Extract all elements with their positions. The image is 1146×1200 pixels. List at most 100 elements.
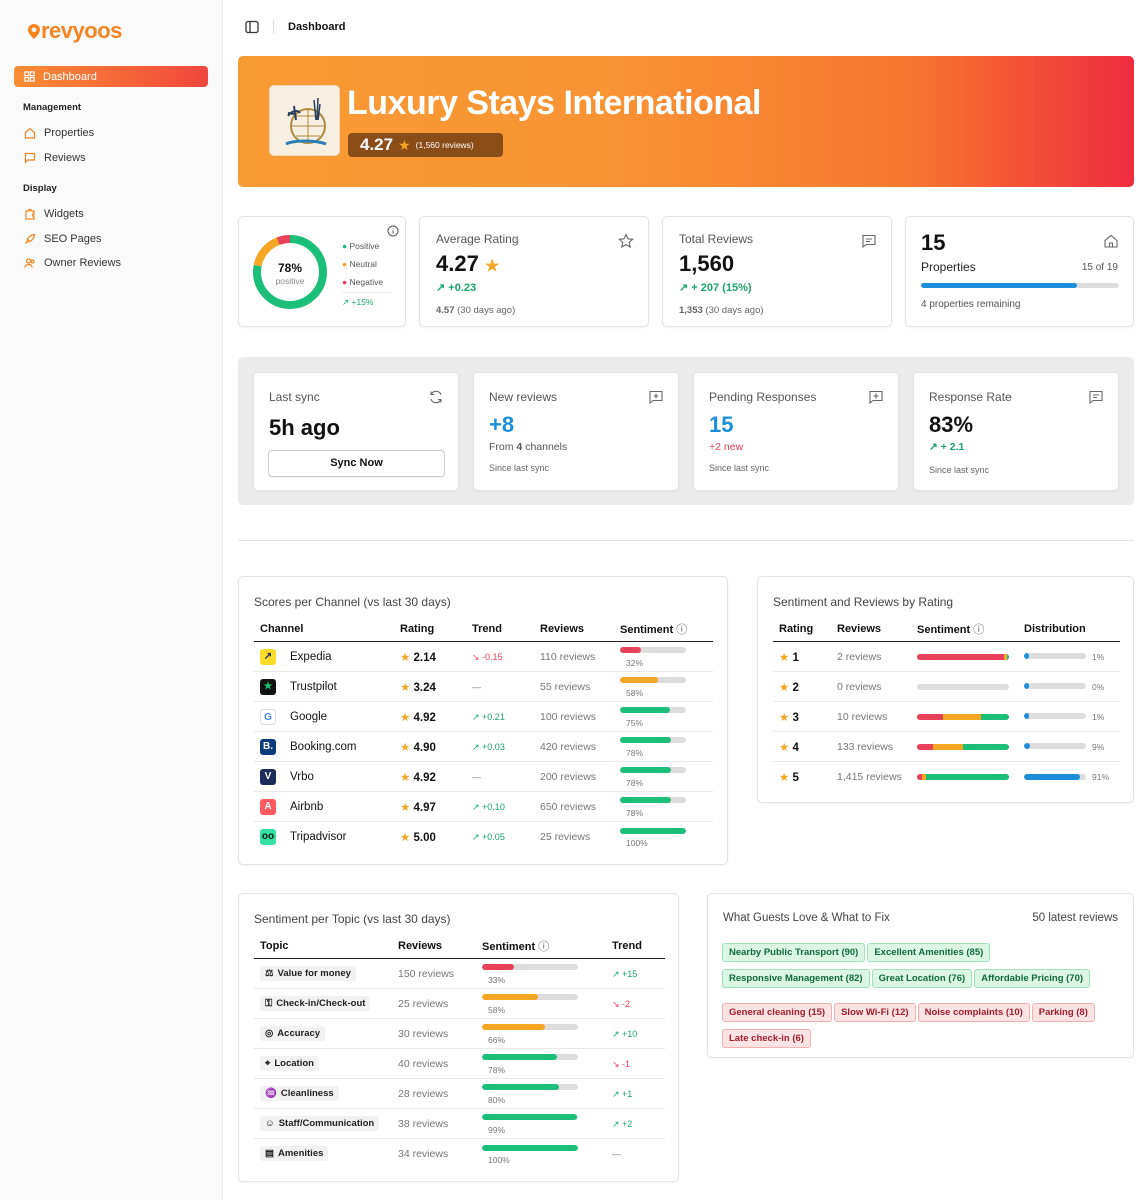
reviews-count: 38 reviews	[398, 1117, 449, 1130]
sentiment-bar	[620, 827, 686, 834]
trend-value: +0.03	[482, 741, 505, 752]
properties-progress	[921, 283, 1119, 288]
info-icon[interactable]	[387, 225, 399, 237]
trend: —	[612, 1148, 621, 1160]
sentiment-stacked-bar	[917, 653, 1009, 660]
total-reviews-value: 1,560	[679, 251, 735, 276]
refresh-icon[interactable]	[428, 389, 444, 405]
table-row[interactable]: ★ Trustpilot ★ 3.24 — 55 reviews 58%	[254, 671, 713, 702]
table-row[interactable]: G Google ★ 4.92 ↗ +0.21 100 reviews 75%	[254, 701, 713, 732]
sentiment-cell: 99%	[476, 1108, 606, 1139]
sentiment-percent: 78%	[626, 807, 644, 818]
love-chip[interactable]: Great Location (76)	[871, 969, 973, 988]
table-row[interactable]: ⚿ Check-in/Check-out 25 reviews 58% ↘ -2	[254, 988, 665, 1019]
reviews-cell: 28 reviews	[392, 1078, 476, 1109]
table-row[interactable]: ★ 5 1,415 reviews 91%	[773, 762, 1120, 792]
card-title: What Guests Love & What to Fix	[723, 912, 890, 924]
ratings-table: Rating Reviews Sentiment ⓘ Distribution …	[773, 621, 1120, 792]
distribution-cell: 91%	[1018, 762, 1120, 792]
table-row[interactable]: ★ 4 133 reviews 9%	[773, 731, 1120, 762]
table-row[interactable]: ★ 2 0 reviews 0%	[773, 671, 1120, 702]
info-icon[interactable]: ⓘ	[676, 624, 687, 636]
star-icon: ★	[400, 831, 414, 844]
channel-cell: ★ Trustpilot	[254, 671, 394, 702]
reviews-count: 110 reviews	[540, 650, 596, 663]
property-hero-banner: Luxury Stays International 4.27 ★ (1,560…	[238, 56, 1134, 187]
love-chip[interactable]: Responsive Management (82)	[722, 969, 870, 988]
app-logo[interactable]: revyoos	[28, 18, 122, 44]
sentiment-percent: 32%	[626, 657, 644, 668]
rating-cell: ★ 4	[773, 731, 831, 762]
love-chip[interactable]: Excellent Amenities (85)	[867, 943, 991, 962]
col-trend: Trend	[606, 938, 665, 959]
sidebar-item-owner-reviews[interactable]: Owner Reviews	[24, 257, 121, 269]
table-row[interactable]: ↗ Expedia ★ 2.14 ↘ -0.15 110 reviews 32%	[254, 641, 713, 672]
sentiment-percent: 78%	[626, 777, 644, 788]
distribution-percent: 91%	[1092, 771, 1110, 782]
table-row[interactable]: A Airbnb ★ 4.97 ↗ +0.10 650 reviews 78%	[254, 791, 713, 822]
message-plus-icon	[649, 390, 663, 405]
table-row[interactable]: ☺ Staff/Communication 38 reviews 99% ↗ +2	[254, 1108, 665, 1139]
since-label: Since last sync	[489, 463, 550, 473]
sentiment-cell: 66%	[476, 1018, 606, 1049]
table-row[interactable]: B. Booking.com ★ 4.90 ↗ +0.03 420 reviews 78%	[254, 731, 713, 762]
info-icon[interactable]: ⓘ	[538, 941, 549, 953]
topic-tag: ☺ Staff/Communication	[260, 1116, 380, 1131]
reviews-count: 25 reviews	[540, 830, 591, 843]
properties-count: 15	[921, 230, 946, 255]
card-label: Average Rating	[436, 232, 519, 246]
col-rating: Rating	[773, 621, 831, 642]
rocket-icon	[25, 233, 36, 244]
fix-chip[interactable]: Noise complaints (10)	[917, 1003, 1030, 1022]
table-row[interactable]: ⚖ Value for money 150 reviews 33% ↗ +15	[254, 958, 665, 989]
sync-panel: Last sync 5h ago Sync Now New reviews +8…	[238, 357, 1134, 505]
table-row[interactable]: ◎ Accuracy 30 reviews 66% ↗ +10	[254, 1018, 665, 1049]
table-row[interactable]: ★ 1 2 reviews 1%	[773, 641, 1120, 672]
sidebar-item-widgets[interactable]: Widgets	[24, 208, 84, 220]
fix-chip[interactable]: Parking (8)	[1031, 1003, 1095, 1022]
distribution-percent: 1%	[1092, 651, 1105, 662]
fix-chip[interactable]: Late check-in (6)	[722, 1029, 811, 1048]
table-row[interactable]: oo Tripadvisor ★ 5.00 ↗ +0.05 25 reviews 100%	[254, 822, 713, 852]
reviews-cell: 200 reviews	[534, 761, 614, 792]
sentiment-cell: 58%	[614, 671, 713, 702]
since-label: Since last sync	[709, 463, 770, 473]
sentiment-bar	[620, 647, 686, 654]
table-row[interactable]: ♒ Cleanliness 28 reviews 80% ↗ +1	[254, 1078, 665, 1109]
properties-card[interactable]: 15 Properties 15 of 19 4 properties rema…	[905, 216, 1134, 327]
sidebar-item-seo-pages[interactable]: SEO Pages	[24, 233, 101, 245]
sidebar-item-reviews[interactable]: Reviews	[24, 152, 86, 164]
sync-now-button[interactable]: Sync Now	[268, 450, 445, 477]
table-row[interactable]: ⌖ Location 40 reviews 78% ↘ -1	[254, 1048, 665, 1079]
sidebar-toggle-icon[interactable]	[245, 20, 259, 34]
trend-value: +0.10	[482, 801, 505, 812]
table-row[interactable]: V Vrbo ★ 4.92 — 200 reviews 78%	[254, 761, 713, 792]
fix-chip[interactable]: General cleaning (15)	[722, 1003, 833, 1022]
property-title: Luxury Stays International	[347, 84, 762, 122]
home-icon	[1104, 234, 1118, 248]
love-chip[interactable]: Affordable Pricing (70)	[974, 969, 1091, 988]
table-row[interactable]: ▤ Amenities 34 reviews 100% —	[254, 1139, 665, 1169]
sentiment-cell: 75%	[614, 701, 713, 732]
sidebar-item-dashboard[interactable]: Dashboard	[14, 66, 208, 87]
topics-table: Topic Reviews Sentiment ⓘ Trend ⚖ Value f…	[254, 938, 665, 1169]
table-row[interactable]: ★ 3 10 reviews 1%	[773, 701, 1120, 732]
trend-up-icon: ↗	[612, 1088, 623, 1099]
sentiment-bar	[482, 994, 578, 1001]
reviews-count: 100 reviews	[540, 710, 597, 723]
prev-rating: 4.57 (30 days ago)	[436, 305, 515, 316]
sentiment-bar	[482, 1024, 578, 1031]
col-reviews: Reviews	[392, 938, 476, 959]
reviews-cell: 100 reviews	[534, 701, 614, 732]
sidebar-section-display: Display	[23, 183, 57, 194]
trend: —	[472, 771, 481, 783]
reviews-cell: 38 reviews	[392, 1108, 476, 1139]
rating-cell: ★ 4.97	[394, 791, 466, 822]
channel-name: Trustpilot	[290, 680, 337, 693]
love-chip[interactable]: Nearby Public Transport (90)	[722, 943, 866, 962]
sidebar-item-properties[interactable]: Properties	[24, 127, 94, 139]
info-icon[interactable]: ⓘ	[973, 624, 984, 636]
reviews-count: 0 reviews	[837, 680, 882, 693]
fix-chip[interactable]: Slow Wi-Fi (12)	[834, 1003, 916, 1022]
globe-palm-logo-icon	[285, 97, 327, 146]
